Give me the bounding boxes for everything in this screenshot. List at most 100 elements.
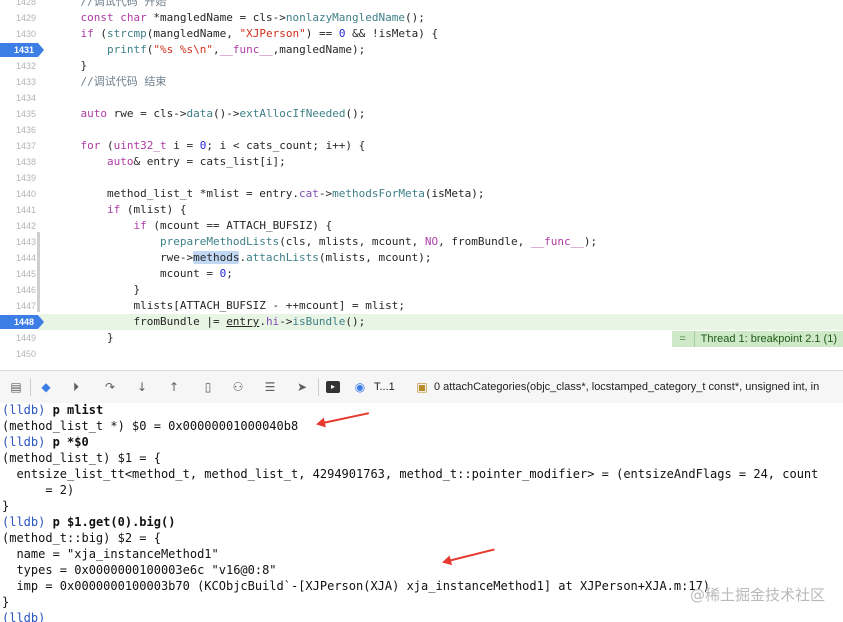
environment-overrides-icon[interactable]: ☰ bbox=[262, 379, 278, 395]
line-number[interactable]: 1430 bbox=[0, 26, 36, 42]
annotation-arrow bbox=[443, 548, 495, 563]
code-line[interactable]: 1432 } bbox=[0, 58, 843, 74]
step-in-icon[interactable]: ↓ bbox=[134, 379, 150, 395]
code-line[interactable]: 1440 method_list_t *mlist = entry.cat->m… bbox=[0, 186, 843, 202]
thread-status-badge[interactable]: = Thread 1: breakpoint 2.1 (1) bbox=[671, 331, 843, 347]
console-output: (method_list_t) $1 = { bbox=[2, 451, 161, 465]
code-text: if (mlist) { bbox=[106, 203, 187, 216]
breakpoints-toggle-icon[interactable]: ◆ bbox=[38, 379, 54, 395]
console-line: name = "xja_instanceMethod1" bbox=[2, 546, 219, 562]
step-out-icon[interactable]: ↑ bbox=[166, 379, 182, 395]
debug-view-hierarchy-icon[interactable]: ▯ bbox=[200, 379, 216, 395]
code-line[interactable]: 1429 const char *mangledName = cls->nonl… bbox=[0, 10, 843, 26]
line-number[interactable]: 1445 bbox=[0, 266, 36, 282]
line-number[interactable]: 1450 bbox=[0, 346, 36, 362]
code-line[interactable]: 1444 rwe->methods.attachLists(mlists, mc… bbox=[0, 250, 843, 266]
code-line[interactable]: 1435 auto rwe = cls->data()->extAllocIfN… bbox=[0, 106, 843, 122]
hide-debug-area-icon[interactable]: ▤ bbox=[8, 379, 24, 395]
stack-frame-icon: ▣ bbox=[416, 380, 428, 394]
console-line: (method_list_t *) $0 = 0x00000001000040b… bbox=[2, 418, 298, 434]
code-text: //调试代码 结束 bbox=[54, 75, 167, 88]
code-line[interactable]: 1438 auto& entry = cats_list[i]; bbox=[0, 154, 843, 170]
code-line[interactable]: 1437 for (uint32_t i = 0; i < cats_count… bbox=[0, 138, 843, 154]
target-icon[interactable]: ▸ bbox=[326, 381, 340, 393]
code-line[interactable]: 1430 if (strcmp(mangledName, "XJPerson")… bbox=[0, 26, 843, 42]
console-line: imp = 0x0000000100003b70 (KCObjcBuild`-[… bbox=[2, 578, 710, 594]
line-number[interactable]: 1434 bbox=[0, 90, 36, 106]
code-text: } bbox=[54, 59, 88, 72]
lldb-prompt: (lldb) bbox=[2, 611, 46, 622]
code-text: auto& entry = cats_list[i]; bbox=[106, 155, 286, 168]
console-output: = 2) bbox=[2, 483, 75, 497]
console-line: } bbox=[2, 498, 9, 514]
line-number[interactable]: 1437 bbox=[0, 138, 36, 154]
code-text: } bbox=[54, 283, 141, 296]
code-line[interactable]: 1428 //调试代码 开始 bbox=[0, 0, 843, 10]
console-output: (method_t::big) $2 = { bbox=[2, 531, 161, 545]
code-text: auto rwe = cls->data()->extAllocIfNeeded… bbox=[80, 107, 366, 120]
line-number[interactable]: 1440 bbox=[0, 186, 36, 202]
debug-toolbar: ▤ ◆ ⏵ ↷ ↓ ↑ ▯ ⚇ ☰ ➤ ▸ ◉ T...1 ▣ 0 attach… bbox=[0, 370, 843, 404]
line-number[interactable]: 1449 bbox=[0, 330, 36, 346]
code-line[interactable]: 1450 bbox=[0, 346, 843, 362]
line-number[interactable]: 1436 bbox=[0, 122, 36, 138]
code-line[interactable]: 1439 bbox=[0, 170, 843, 186]
breadcrumb-thread[interactable]: T...1 bbox=[374, 379, 395, 395]
code-line[interactable]: 1441 if (mlist) { bbox=[0, 202, 843, 218]
code-line[interactable]: 1431 printf("%s %s\n",__func__,mangledNa… bbox=[0, 42, 843, 58]
console-output: (method_list_t *) $0 = 0x00000001000040b… bbox=[2, 419, 299, 433]
code-text: method_list_t *mlist = entry.cat->method… bbox=[54, 187, 485, 200]
code-line[interactable]: 1447 mlists[ATTACH_BUFSIZ - ++mcount] = … bbox=[0, 298, 843, 314]
lldb-command: p mlist bbox=[52, 403, 104, 417]
console-output: } bbox=[2, 595, 10, 609]
code-text: printf("%s %s\n",__func__,mangledName); bbox=[106, 43, 366, 56]
lldb-command: p $1.get(0).big() bbox=[52, 515, 176, 529]
code-line[interactable]: 1433 //调试代码 结束 bbox=[0, 74, 843, 90]
code-line[interactable]: 1443 prepareMethodLists(cls, mlists, mco… bbox=[0, 234, 843, 250]
line-number[interactable]: 1444 bbox=[0, 250, 36, 266]
line-number[interactable]: 1435 bbox=[0, 106, 36, 122]
lldb-prompt: (lldb) bbox=[2, 403, 46, 417]
code-line[interactable]: 1436 bbox=[0, 122, 843, 138]
line-number[interactable]: 1429 bbox=[0, 10, 36, 26]
code-text: prepareMethodLists(cls, mlists, mcount, … bbox=[159, 235, 598, 248]
line-number[interactable]: 1439 bbox=[0, 170, 36, 186]
code-text: if (strcmp(mangledName, "XJPerson") == 0… bbox=[80, 27, 439, 40]
code-line[interactable]: 1446 } bbox=[0, 282, 843, 298]
console-output: } bbox=[2, 499, 10, 513]
console-output: entsize_list_tt<method_t, method_list_t,… bbox=[2, 467, 819, 481]
console-line: (lldb) p $1.get(0).big() bbox=[2, 514, 175, 530]
simulate-location-icon[interactable]: ➤ bbox=[294, 379, 310, 395]
line-number[interactable]: 1443 bbox=[0, 234, 36, 250]
console-line: = 2) bbox=[2, 482, 74, 498]
line-number[interactable]: 1446 bbox=[0, 282, 36, 298]
code-text: //调试代码 开始 bbox=[54, 0, 167, 8]
line-number[interactable]: 1432 bbox=[0, 58, 36, 74]
line-number[interactable]: 1433 bbox=[0, 74, 36, 90]
console-output: name = "xja_instanceMethod1" bbox=[2, 547, 219, 561]
thread-icon[interactable]: ◉ bbox=[352, 379, 368, 395]
code-line[interactable]: 1448 fromBundle |= entry.hi->isBundle(); bbox=[0, 314, 843, 330]
console-line: (lldb) p mlist bbox=[2, 403, 103, 418]
continue-icon[interactable]: ⏵ bbox=[68, 379, 84, 395]
code-line[interactable]: 1442 if (mcount == ATTACH_BUFSIZ) { bbox=[0, 218, 843, 234]
console-line: (method_list_t) $1 = { bbox=[2, 450, 161, 466]
source-editor[interactable]: 1428 //调试代码 开始 1429 const char *mangledNa… bbox=[0, 0, 843, 370]
console-line: (method_t::big) $2 = { bbox=[2, 530, 161, 546]
code-line[interactable]: 1445 mcount = 0; bbox=[0, 266, 843, 282]
line-number[interactable]: 1438 bbox=[0, 154, 36, 170]
code-text: } bbox=[54, 331, 114, 344]
breakpoint-marker[interactable]: 1448 bbox=[0, 315, 44, 329]
lldb-prompt: (lldb) bbox=[2, 515, 46, 529]
line-number[interactable]: 1447 bbox=[0, 298, 36, 314]
thread-badge-text: Thread 1: breakpoint 2.1 (1) bbox=[700, 333, 837, 345]
memory-graph-icon[interactable]: ⚇ bbox=[230, 379, 246, 395]
line-number[interactable]: 1442 bbox=[0, 218, 36, 234]
line-number[interactable]: 1441 bbox=[0, 202, 36, 218]
line-number[interactable]: 1428 bbox=[0, 0, 36, 10]
breakpoint-marker[interactable]: 1431 bbox=[0, 43, 44, 57]
breadcrumb-stack-frame[interactable]: 0 attachCategories(objc_class*, locstamp… bbox=[434, 379, 819, 395]
code-line[interactable]: 1434 bbox=[0, 90, 843, 106]
console-output: types = 0x0000000100003e6c "v16@0:8" bbox=[2, 563, 277, 577]
step-over-icon[interactable]: ↷ bbox=[102, 379, 118, 395]
